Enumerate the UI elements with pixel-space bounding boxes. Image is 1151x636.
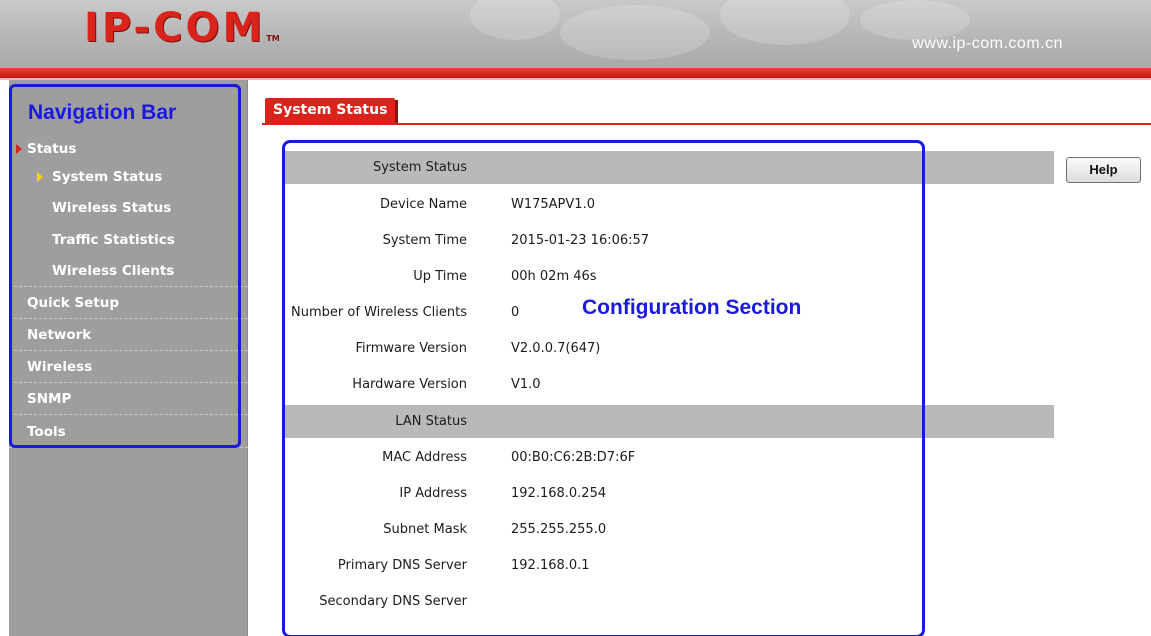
world-map-graphic xyxy=(860,0,970,40)
logo: IP-COMTM xyxy=(84,6,280,61)
navigation-bar-annotation-label: Navigation Bar xyxy=(28,101,177,124)
tab-underline xyxy=(262,123,1151,125)
world-map-graphic xyxy=(720,0,850,45)
header-banner: IP-COMTM www.ip-com.com.cn xyxy=(0,0,1151,68)
logo-trademark: TM xyxy=(266,34,280,43)
header-red-band xyxy=(0,68,1151,78)
world-map-graphic xyxy=(470,0,560,40)
navigation-bar-annotation-box xyxy=(9,84,241,448)
world-map-graphic xyxy=(560,5,710,60)
site-url: www.ip-com.com.cn xyxy=(912,35,1063,52)
configuration-section-annotation-label: Configuration Section xyxy=(582,296,802,319)
logo-text: IP-COM xyxy=(84,5,266,51)
configuration-section-annotation-box xyxy=(282,140,925,636)
tab-system-status[interactable]: System Status xyxy=(265,98,399,124)
help-button[interactable]: Help xyxy=(1066,157,1141,183)
